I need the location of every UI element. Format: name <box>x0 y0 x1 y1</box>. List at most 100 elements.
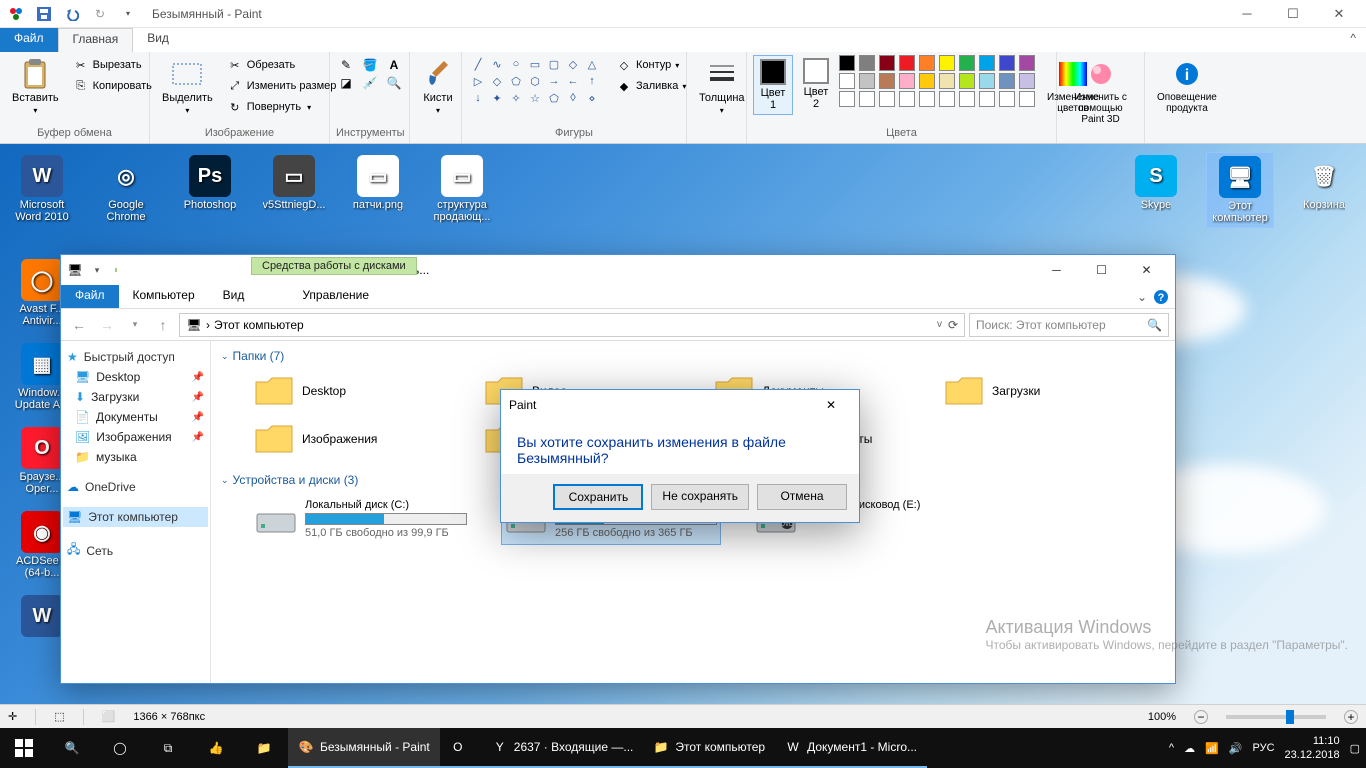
folder-item[interactable]: Загрузки <box>941 371 1141 411</box>
nav-recent-icon[interactable]: ▾ <box>123 313 147 337</box>
tab-home[interactable]: Главная <box>58 28 134 52</box>
explorer-tab-view[interactable]: Вид <box>209 285 259 308</box>
shape-outline-button[interactable]: ◇Контур▾ <box>612 55 690 75</box>
color-swatch[interactable] <box>959 73 975 89</box>
wifi-tray-icon[interactable]: 📶 <box>1205 742 1219 755</box>
shape-fill-button[interactable]: ◆Заливка▾ <box>612 76 690 96</box>
color-swatch[interactable] <box>839 73 855 89</box>
magnifier-tool-icon[interactable]: 🔍 <box>386 75 402 91</box>
color-swatch[interactable] <box>899 55 915 71</box>
zoom-in-button[interactable]: + <box>1344 710 1358 724</box>
like-icon[interactable]: 👍 <box>192 728 240 768</box>
onedrive-tray-icon[interactable]: ☁ <box>1184 742 1195 755</box>
nav-network[interactable]: 🖧Сеть <box>63 537 208 564</box>
nav-up-button[interactable]: ↑ <box>151 313 175 337</box>
folders-group-header[interactable]: ⌄Папки (7) <box>221 345 1165 367</box>
undo-icon[interactable] <box>60 3 84 25</box>
color-swatch[interactable] <box>919 55 935 71</box>
taskbar-search-icon[interactable]: 🔍 <box>48 728 96 768</box>
refresh-icon[interactable]: ⟳ <box>948 318 958 332</box>
color-swatch[interactable] <box>999 73 1015 89</box>
nav-documents[interactable]: 📄Документы📌 <box>63 407 208 427</box>
task-view-icon[interactable]: ⧉ <box>144 728 192 768</box>
nav-music[interactable]: 📁музыка <box>63 447 208 467</box>
taskbar-task[interactable]: Y2637 · Входящие —... <box>482 728 644 768</box>
tab-view[interactable]: Вид <box>133 28 183 52</box>
folder-item[interactable]: Desktop <box>251 371 451 411</box>
taskbar-task[interactable]: 🎨Безымянный - Paint <box>288 728 440 768</box>
color-swatch[interactable] <box>879 73 895 89</box>
explorer-tab-computer[interactable]: Компьютер <box>119 285 209 308</box>
color-swatch[interactable] <box>919 91 935 107</box>
color-swatch[interactable] <box>899 91 915 107</box>
explorer-maximize-button[interactable]: ☐ <box>1079 256 1124 284</box>
desktop-icon[interactable]: 🗑Корзина <box>1290 152 1358 228</box>
product-alert-button[interactable]: i Оповещение продукта <box>1151 55 1223 117</box>
taskbar-clock[interactable]: 11:10 23.12.2018 <box>1285 734 1340 762</box>
dialog-cancel-button[interactable]: Отмена <box>757 484 847 510</box>
action-center-icon[interactable]: ▢ <box>1350 742 1360 755</box>
collapse-ribbon-icon[interactable]: ^ <box>1340 28 1366 52</box>
explorer-close-button[interactable]: ✕ <box>1124 256 1169 284</box>
language-indicator[interactable]: РУС <box>1253 742 1275 754</box>
color-swatch[interactable] <box>859 55 875 71</box>
taskbar-task[interactable]: O <box>440 728 482 768</box>
disk-tools-tab[interactable]: Средства работы с дисками <box>251 257 417 275</box>
dialog-save-button[interactable]: Сохранить <box>553 484 643 510</box>
color-swatch[interactable] <box>939 91 955 107</box>
dialog-close-button[interactable]: ✕ <box>811 391 851 419</box>
fill-tool-icon[interactable]: 🪣 <box>362 57 378 73</box>
color-swatch[interactable] <box>879 55 895 71</box>
color-swatch[interactable] <box>999 91 1015 107</box>
nav-desktop[interactable]: 🖥Desktop📌 <box>63 367 208 387</box>
taskbar-task[interactable]: WДокумент1 - Micro... <box>775 728 927 768</box>
color-swatch[interactable] <box>999 55 1015 71</box>
color-swatch[interactable] <box>959 55 975 71</box>
color-swatch[interactable] <box>939 73 955 89</box>
picker-tool-icon[interactable]: 💉 <box>362 75 378 91</box>
tray-expand-icon[interactable]: ^ <box>1169 742 1174 754</box>
color-swatch[interactable] <box>959 91 975 107</box>
start-button[interactable] <box>0 728 48 768</box>
zoom-slider[interactable] <box>1226 715 1326 719</box>
explorer-qat-icon[interactable]: ▾ <box>89 262 105 278</box>
text-tool-icon[interactable]: A <box>386 57 402 73</box>
color-swatch[interactable] <box>859 73 875 89</box>
redo-icon[interactable]: ↻ <box>88 3 112 25</box>
dialog-nosave-button[interactable]: Не сохранять <box>651 484 749 510</box>
paste-button[interactable]: Вставить ▾ <box>6 55 65 118</box>
color-swatch[interactable] <box>839 55 855 71</box>
desktop-icon[interactable]: ▭патчи.png <box>344 152 412 226</box>
color-swatch[interactable] <box>899 73 915 89</box>
shapes-gallery[interactable]: ╱∿○▭▢◇△ ▷◇⬠⬡→←↑ ↓✦✧☆⬠◊⋄ <box>468 55 604 109</box>
color-swatch[interactable] <box>1019 91 1035 107</box>
save-icon[interactable] <box>32 3 56 25</box>
color-palette[interactable] <box>839 55 1037 107</box>
desktop-icon[interactable]: 🖥Этот компьютер <box>1206 152 1274 228</box>
explorer-tab-file[interactable]: Файл <box>61 285 119 308</box>
color-swatch[interactable] <box>839 91 855 107</box>
color-swatch[interactable] <box>919 73 935 89</box>
nav-downloads[interactable]: ⬇Загрузки📌 <box>63 387 208 407</box>
desktop-icon[interactable]: ▭структура продающ... <box>428 152 496 226</box>
folder-item[interactable]: Изображения <box>251 419 451 459</box>
desktop-icon[interactable]: ▭v5SttniegD... <box>260 152 328 226</box>
volume-tray-icon[interactable]: 🔊 <box>1229 742 1243 755</box>
color-swatch[interactable] <box>979 73 995 89</box>
copy-button[interactable]: ⎘Копировать <box>69 76 156 96</box>
crop-button[interactable]: ✂Обрезать <box>223 55 341 75</box>
color2-button[interactable]: Цвет 2 <box>797 55 835 113</box>
explorer-minimize-button[interactable]: ─ <box>1034 256 1079 284</box>
color-swatch[interactable] <box>1019 73 1035 89</box>
minimize-button[interactable]: ─ <box>1224 0 1270 28</box>
address-bar[interactable]: 🖥 › Этот компьютер v ⟳ <box>179 313 965 337</box>
explorer-search-input[interactable]: Поиск: Этот компьютер 🔍 <box>969 313 1169 337</box>
nav-forward-button[interactable]: → <box>95 313 119 337</box>
cut-button[interactable]: ✂Вырезать <box>69 55 156 75</box>
qat-more-icon[interactable]: ▾ <box>116 3 140 25</box>
eraser-tool-icon[interactable]: ◪ <box>338 75 354 91</box>
maximize-button[interactable]: ☐ <box>1270 0 1316 28</box>
pencil-tool-icon[interactable]: ✎ <box>338 57 354 73</box>
brushes-button[interactable]: Кисти▾ <box>416 55 460 118</box>
paint-canvas[interactable]: WMicrosoft Word 2010◎Google ChromePsPhot… <box>0 144 1366 704</box>
